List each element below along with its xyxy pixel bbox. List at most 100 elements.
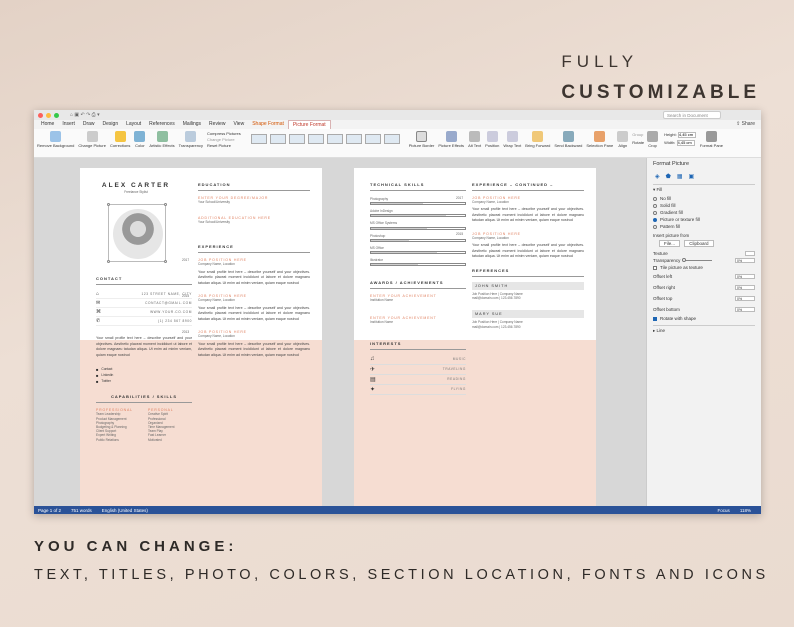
fill-section-header[interactable]: ▾ Fill: [653, 184, 755, 193]
offset-field[interactable]: 0%: [735, 274, 755, 279]
texture-picker[interactable]: [745, 251, 755, 256]
tab-layout[interactable]: Layout: [122, 120, 145, 129]
resize-handle[interactable]: [107, 203, 110, 206]
divider: [198, 252, 310, 254]
interest-item: ♫ MUSIC: [370, 355, 466, 365]
align-button[interactable]: Align: [617, 131, 629, 148]
tab-design[interactable]: Design: [99, 120, 123, 129]
format-pane-icon: [705, 131, 717, 142]
profile-photo[interactable]: [107, 203, 167, 263]
picture-icon[interactable]: ▣: [689, 173, 695, 180]
maximize-window-button[interactable]: [54, 112, 59, 118]
resume-page-1[interactable]: ALEX CARTER Freelance Stylist CONTACT ⌂ 1…: [80, 168, 322, 506]
bring-forward-button[interactable]: Bring Forward: [525, 131, 550, 148]
picture-effects-button[interactable]: Picture Effects: [438, 131, 464, 148]
tab-references[interactable]: References: [145, 120, 179, 129]
remove-background-button[interactable]: Remove Background: [37, 131, 74, 148]
width-field[interactable]: [676, 139, 695, 146]
tab-view[interactable]: View: [229, 120, 248, 129]
tab-shape-format[interactable]: Shape Format: [248, 120, 288, 129]
picture-styles-gallery[interactable]: [250, 134, 403, 144]
resume-page-2[interactable]: TECHNICAL SKILLS Photography Adobe InDesi…: [354, 168, 596, 506]
minimize-window-button[interactable]: [46, 112, 51, 118]
rotate-row[interactable]: Rotate with shape: [653, 315, 755, 322]
fill-radio[interactable]: [653, 196, 657, 201]
fill-option[interactable]: Picture or texture fill: [653, 216, 755, 223]
fill-option[interactable]: Gradient fill: [653, 209, 755, 216]
style-preset[interactable]: [326, 134, 343, 144]
company-name: Company Name, Location: [472, 235, 509, 240]
experience-year: 2015: [182, 294, 190, 299]
line-section-header[interactable]: ▸ Line: [653, 325, 755, 334]
fill-radio[interactable]: [653, 224, 657, 229]
fill-radio[interactable]: [653, 217, 657, 222]
effects-icon[interactable]: ⬟: [666, 173, 671, 180]
fill-option[interactable]: Pattern fill: [653, 223, 755, 230]
search-input[interactable]: Search in Document: [663, 111, 721, 119]
style-preset[interactable]: [383, 134, 400, 144]
style-preset[interactable]: [269, 134, 286, 144]
language[interactable]: English (United States): [102, 508, 148, 513]
resize-handle[interactable]: [164, 203, 167, 206]
tab-home[interactable]: Home: [37, 120, 58, 129]
clipboard-button[interactable]: Clipboard: [684, 240, 714, 247]
corrections-button[interactable]: Corrections: [110, 131, 130, 148]
fill-radio[interactable]: [653, 203, 657, 208]
color-button[interactable]: Color: [134, 131, 146, 148]
style-preset[interactable]: [364, 134, 381, 144]
word-count[interactable]: 751 words: [71, 508, 92, 513]
change-picture-button[interactable]: Change Picture: [78, 131, 106, 148]
quick-access-icons[interactable]: ⌂ ▣ ↶ ↷ ⎙ ▾: [70, 112, 100, 118]
close-window-button[interactable]: [38, 112, 43, 118]
format-pane-button[interactable]: Format Pane: [700, 131, 723, 148]
reset-picture-button[interactable]: Reset Picture: [207, 143, 241, 149]
style-preset[interactable]: [345, 134, 362, 144]
position-button[interactable]: Position: [485, 131, 499, 148]
group-button[interactable]: Group: [632, 131, 644, 139]
offset-row: Offset top 0%: [653, 293, 755, 304]
selection-pane-button[interactable]: Selection Pane: [586, 131, 613, 148]
tab-mailings[interactable]: Mailings: [179, 120, 205, 129]
transparency-button[interactable]: Transparency: [179, 131, 203, 148]
send-backward-button[interactable]: Send Backward: [554, 131, 582, 148]
fill-line-icon[interactable]: ◈: [655, 173, 660, 180]
picture-border-button[interactable]: Picture Border: [409, 131, 434, 148]
tab-review[interactable]: Review: [205, 120, 229, 129]
rotate-checkbox[interactable]: [653, 316, 657, 321]
offset-field[interactable]: 0%: [735, 285, 755, 290]
height-field[interactable]: [677, 131, 696, 138]
style-preset[interactable]: [250, 134, 267, 144]
rotate-button[interactable]: Rotate: [632, 139, 644, 147]
crop-button[interactable]: Crop: [647, 131, 659, 148]
file-button[interactable]: File...: [659, 240, 681, 247]
border-icon: [416, 131, 428, 142]
tile-row[interactable]: Tile picture as texture: [653, 264, 755, 271]
offset-field[interactable]: 0%: [735, 296, 755, 301]
alt-text-button[interactable]: Alt Text: [468, 131, 481, 148]
tab-insert[interactable]: Insert: [58, 120, 79, 129]
zoom-level[interactable]: 118%: [740, 508, 751, 513]
share-button[interactable]: ⇪ Share: [736, 121, 755, 127]
fill-option[interactable]: No fill: [653, 195, 755, 202]
fill-option[interactable]: Solid fill: [653, 202, 755, 209]
tile-checkbox[interactable]: [653, 265, 657, 270]
slider-thumb[interactable]: [682, 258, 687, 262]
wrap-text-button[interactable]: Wrap Text: [503, 131, 521, 148]
offset-field[interactable]: 0%: [735, 307, 755, 312]
page-count[interactable]: Page 1 of 2: [38, 508, 61, 513]
document-area[interactable]: ALEX CARTER Freelance Stylist CONTACT ⌂ 1…: [34, 158, 646, 506]
transparency-field[interactable]: 0%: [735, 258, 755, 263]
tab-draw[interactable]: Draw: [79, 120, 99, 129]
footer-line2: TEXT, TITLES, PHOTO, COLORS, SECTION LOC…: [34, 567, 769, 583]
transparency-slider[interactable]: [682, 258, 713, 262]
divider: [472, 190, 584, 191]
tab-picture-format[interactable]: Picture Format: [287, 120, 331, 129]
style-preset[interactable]: [307, 134, 324, 144]
artistic-effects-button[interactable]: Artistic Effects: [149, 131, 175, 148]
layout-properties-icon[interactable]: ▦: [677, 173, 683, 180]
fill-radio[interactable]: [653, 210, 657, 215]
resize-handle[interactable]: [164, 260, 167, 263]
focus-button[interactable]: Focus: [718, 508, 730, 513]
resize-handle[interactable]: [107, 260, 110, 263]
style-preset[interactable]: [288, 134, 305, 144]
